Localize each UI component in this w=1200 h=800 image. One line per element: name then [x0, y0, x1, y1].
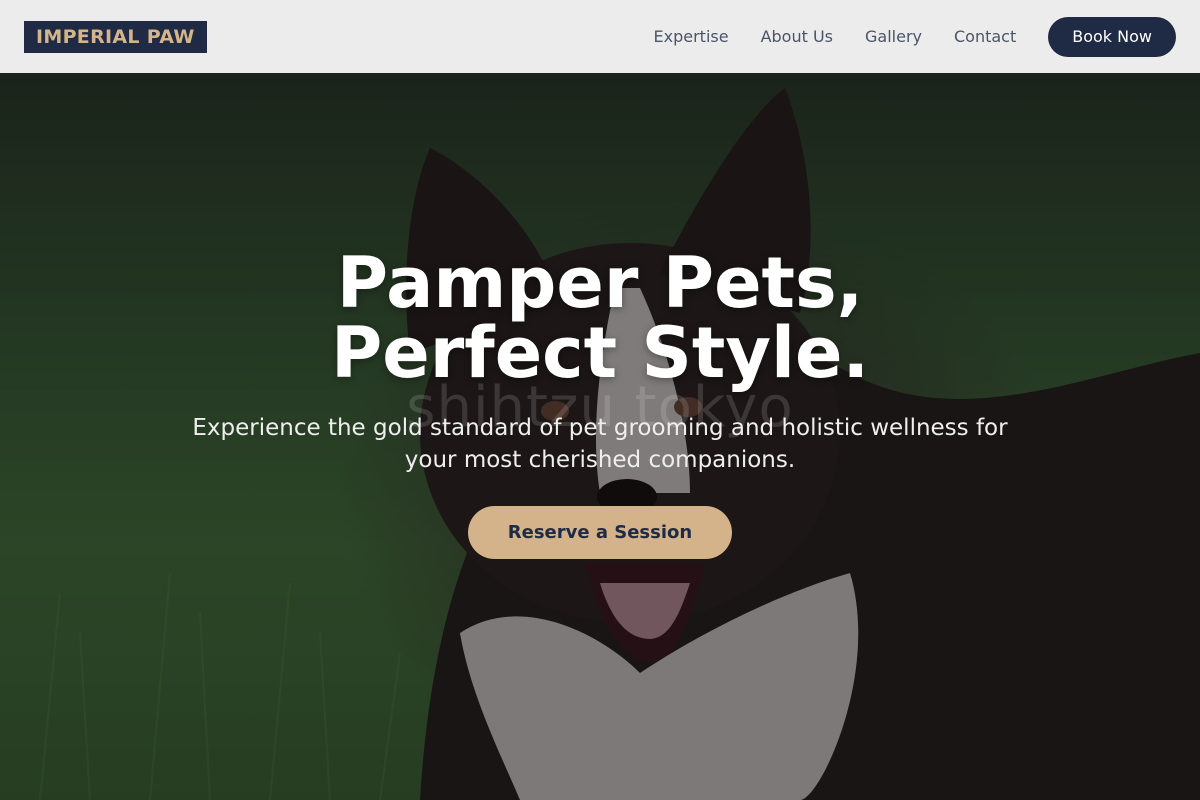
nav-link-about-us[interactable]: About Us	[761, 27, 833, 46]
book-now-button[interactable]: Book Now	[1048, 16, 1176, 57]
logo[interactable]: IMPERIAL PAW	[24, 20, 207, 53]
main-nav: Expertise About Us Gallery Contact Book …	[654, 16, 1176, 57]
hero-section: shihtzu tokyo Pamper Pets, Perfect Style…	[0, 73, 1200, 800]
nav-link-gallery[interactable]: Gallery	[865, 27, 922, 46]
site-header: IMPERIAL PAW Expertise About Us Gallery …	[0, 0, 1200, 73]
nav-link-expertise[interactable]: Expertise	[654, 27, 729, 46]
hero-title: Pamper Pets, Perfect Style.	[331, 248, 869, 388]
page: IMPERIAL PAW Expertise About Us Gallery …	[0, 0, 1200, 800]
hero-subtitle: Experience the gold standard of pet groo…	[192, 415, 1008, 473]
hero-title-line-2: Perfect Style.	[330, 312, 870, 394]
nav-link-contact[interactable]: Contact	[954, 27, 1016, 46]
reserve-session-button[interactable]: Reserve a Session	[468, 506, 732, 559]
hero-content: Pamper Pets, Perfect Style. Experience t…	[0, 248, 1200, 559]
